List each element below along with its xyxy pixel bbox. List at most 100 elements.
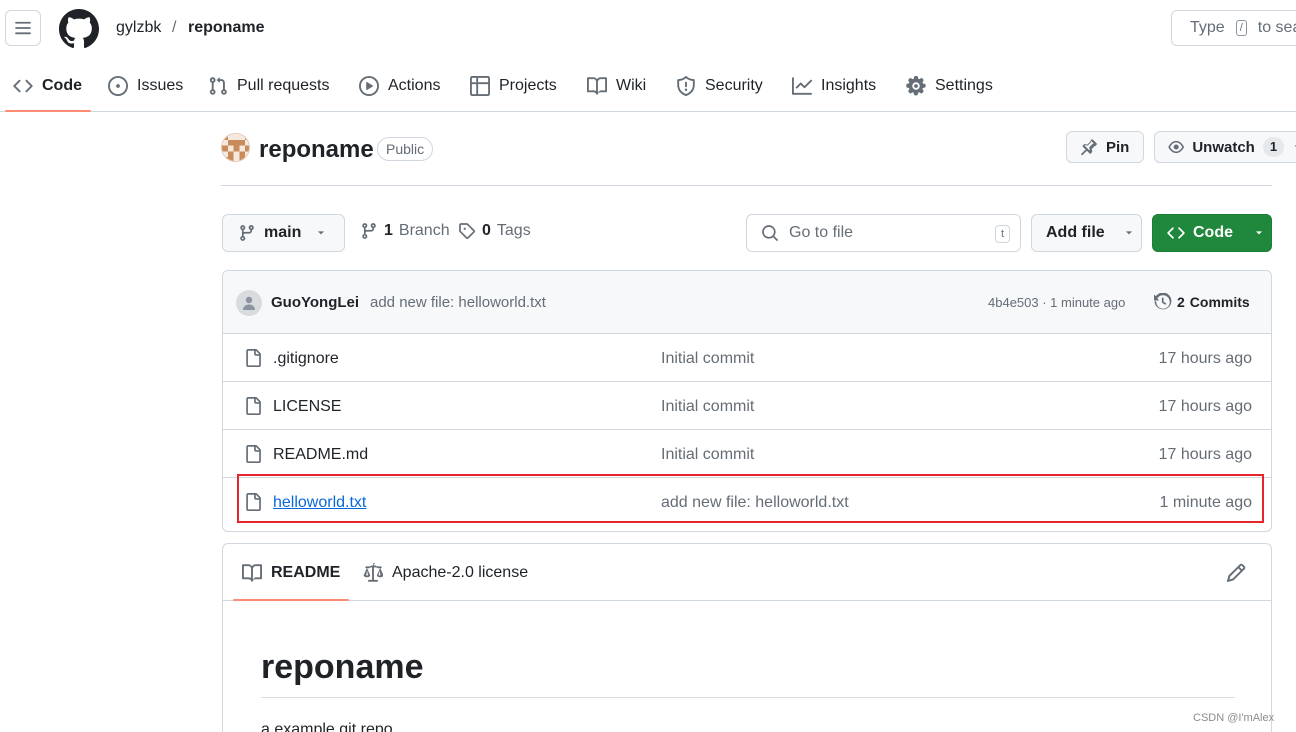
- tab-projects-label: Projects: [499, 76, 557, 94]
- tab-actions-label: Actions: [388, 76, 441, 94]
- unwatch-label: Unwatch: [1192, 138, 1255, 156]
- file-row[interactable]: LICENSE Initial commit 17 hours ago: [223, 382, 1271, 430]
- file-commit-message[interactable]: Initial commit: [661, 445, 754, 465]
- readme-panel: README Apache-2.0 license reponame a exa…: [222, 543, 1272, 732]
- commits-link[interactable]: 2 Commits: [1154, 291, 1250, 313]
- file-age: 1 minute ago: [1159, 494, 1252, 511]
- search-icon: [762, 225, 778, 241]
- branch-selector[interactable]: main: [222, 214, 345, 252]
- file-icon: [246, 349, 261, 367]
- history-icon: [1154, 293, 1172, 310]
- file-age: 17 hours ago: [1158, 350, 1252, 367]
- chevron-down-icon: [1256, 231, 1262, 235]
- file-row[interactable]: helloworld.txt add new file: helloworld.…: [223, 478, 1271, 526]
- readme-heading: reponame: [261, 648, 424, 686]
- tab-actions[interactable]: Actions: [359, 60, 440, 111]
- code-button-label: Code: [1193, 224, 1233, 241]
- pin-label: Pin: [1106, 138, 1130, 156]
- file-name[interactable]: helloworld.txt: [273, 493, 366, 513]
- chevron-down-icon: [318, 231, 325, 235]
- file-row[interactable]: README.md Initial commit 17 hours ago: [223, 430, 1271, 478]
- breadcrumb-repo[interactable]: reponame: [188, 17, 264, 39]
- github-logo-icon[interactable]: [59, 9, 99, 49]
- branch-icon: [362, 223, 376, 239]
- commit-sha-time[interactable]: 4b4e503 · 1 minute ago: [988, 294, 1125, 312]
- book-icon: [242, 564, 262, 582]
- shield-icon: [677, 75, 695, 96]
- tab-insights-label: Insights: [821, 76, 877, 94]
- tab-readme-label: README: [271, 564, 341, 581]
- file-name[interactable]: .gitignore: [273, 349, 339, 369]
- tab-settings[interactable]: Settings: [906, 60, 993, 111]
- file-icon: [246, 445, 261, 463]
- menu-button[interactable]: [5, 10, 41, 46]
- tab-insights[interactable]: Insights: [792, 60, 876, 111]
- tab-issues[interactable]: Issues: [108, 60, 183, 111]
- pin-button[interactable]: Pin: [1066, 131, 1144, 163]
- readme-body: a example git repo: [261, 721, 393, 732]
- commits-label: Commits: [1189, 294, 1250, 310]
- commit-message[interactable]: add new file: helloworld.txt: [370, 293, 546, 313]
- file-commit-message[interactable]: add new file: helloworld.txt: [661, 493, 849, 513]
- tab-issues-label: Issues: [137, 76, 184, 94]
- commit-author-avatar[interactable]: [236, 290, 262, 316]
- tab-projects[interactable]: Projects: [470, 60, 557, 111]
- file-name[interactable]: LICENSE: [273, 397, 341, 417]
- search-prefix-text: Type: [1190, 19, 1225, 36]
- code-icon: [13, 79, 33, 92]
- file-commit-message[interactable]: Initial commit: [661, 397, 754, 417]
- tags-link[interactable]: 0 Tags: [458, 222, 531, 240]
- branches-link[interactable]: 1 Branch: [360, 222, 450, 240]
- tab-pull-requests-label: Pull requests: [237, 76, 330, 94]
- tab-readme[interactable]: README: [232, 562, 350, 601]
- unwatch-button[interactable]: Unwatch 1: [1154, 131, 1296, 163]
- tab-wiki[interactable]: Wiki: [587, 60, 646, 111]
- add-file-button[interactable]: Add file: [1031, 214, 1142, 252]
- branch-count: 1: [384, 222, 393, 239]
- readme-divider: [261, 697, 1235, 698]
- tab-code[interactable]: Code: [5, 60, 91, 112]
- tab-settings-label: Settings: [935, 76, 993, 94]
- tab-security-label: Security: [705, 76, 763, 94]
- pull-request-icon: [209, 76, 227, 95]
- add-file-label: Add file: [1046, 224, 1105, 241]
- file-name[interactable]: README.md: [273, 445, 368, 465]
- search-suffix-text: to search: [1257, 19, 1296, 36]
- breadcrumb-owner[interactable]: gylzbk: [116, 17, 161, 39]
- tab-pull-requests[interactable]: Pull requests: [208, 60, 330, 111]
- eye-icon: [1168, 140, 1184, 154]
- branch-name: main: [264, 224, 302, 241]
- commit-author[interactable]: GuoYongLei: [271, 293, 359, 313]
- tag-count: 0: [482, 222, 491, 239]
- chevron-down-icon: [1295, 145, 1296, 147]
- file-age: 17 hours ago: [1158, 446, 1252, 463]
- code-button[interactable]: Code: [1152, 214, 1272, 252]
- repo-nav: Code Issues Pull requests Actions Projec…: [0, 60, 1296, 112]
- file-browser: GuoYongLei add new file: helloworld.txt …: [222, 270, 1272, 532]
- tab-security[interactable]: Security: [676, 60, 763, 111]
- graph-icon: [792, 76, 812, 95]
- book-icon: [587, 76, 607, 95]
- repo-owner-avatar[interactable]: [221, 133, 250, 162]
- file-age: 17 hours ago: [1158, 398, 1252, 415]
- file-row[interactable]: .gitignore Initial commit 17 hours ago: [223, 334, 1271, 382]
- global-search-input[interactable]: Type / to search: [1171, 10, 1296, 46]
- table-icon: [470, 75, 490, 96]
- tab-license-label: Apache-2.0 license: [392, 564, 529, 581]
- hamburger-icon: [15, 21, 31, 35]
- tab-license[interactable]: Apache-2.0 license: [363, 562, 528, 584]
- file-commit-message[interactable]: Initial commit: [661, 349, 754, 369]
- watermark: CSDN @I'mAlex: [1193, 712, 1275, 724]
- global-header: gylzbk / reponame Type / to search: [0, 0, 1296, 56]
- file-icon: [246, 397, 261, 415]
- gear-icon: [906, 75, 926, 95]
- tab-wiki-label: Wiki: [616, 76, 647, 94]
- code-icon: [1167, 227, 1185, 239]
- pencil-icon[interactable]: [1226, 563, 1246, 583]
- chevron-down-icon: [1125, 231, 1132, 235]
- tag-count-label: Tags: [496, 222, 531, 239]
- go-to-file-input[interactable]: Go to file t: [746, 214, 1021, 252]
- tab-code-label: Code: [42, 76, 82, 94]
- repo-title[interactable]: reponame: [259, 135, 374, 165]
- readme-tabs: README Apache-2.0 license: [223, 544, 1271, 601]
